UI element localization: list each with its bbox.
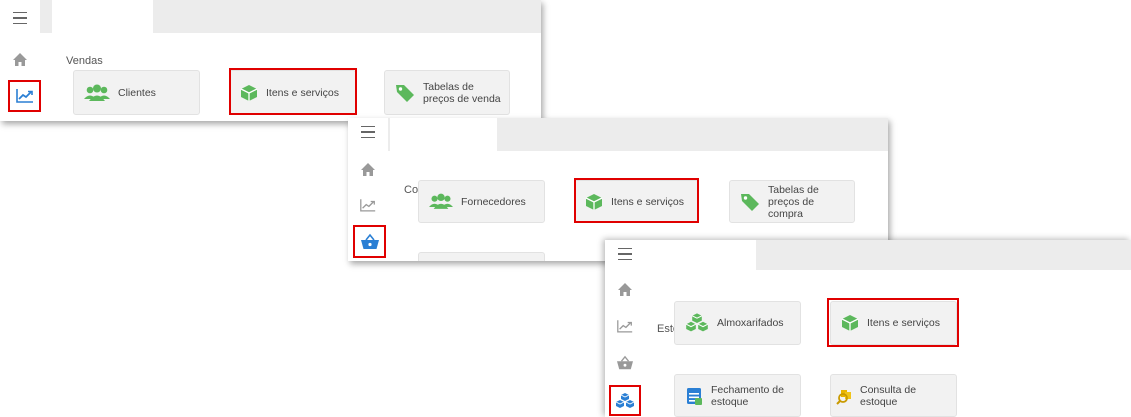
card-consulta-estoque[interactable]: Consulta de estoque: [830, 374, 957, 417]
vendas-panel: Vendas Clientes Itens e serviços Tabelas…: [0, 0, 541, 121]
boxes-icon[interactable]: [609, 385, 641, 416]
card-fechamento-estoque[interactable]: Fechamento de estoque: [674, 374, 801, 417]
card-almoxarifados[interactable]: Almoxarifados: [674, 301, 801, 345]
estoque-panel: Estoque Almoxarifados Itens e serviços: [605, 240, 1131, 417]
cube-icon: [240, 84, 258, 102]
home-icon[interactable]: [11, 50, 29, 68]
price-tag-icon: [740, 192, 760, 212]
card-label: Almoxarifados: [717, 317, 784, 329]
card-label: Tabelas de preços de compra: [768, 183, 819, 220]
card-label: Consulta de estoque: [860, 383, 917, 408]
menu-icon[interactable]: [615, 246, 635, 262]
sales-chart-icon[interactable]: [8, 80, 41, 112]
calendar-icon: [685, 386, 703, 406]
cube-icon: [585, 193, 603, 211]
cube-icon: [841, 314, 859, 332]
sales-chart-icon[interactable]: [358, 196, 378, 214]
card-label: Itens e serviços: [611, 195, 684, 208]
sales-chart-icon[interactable]: [615, 317, 635, 335]
card-label: Tabelas de preços de venda: [423, 80, 501, 105]
card-label: Clientes: [118, 86, 156, 99]
card-fornecedores[interactable]: Fornecedores: [418, 180, 545, 223]
sidebar: [0, 0, 40, 121]
card-tabelas-compra[interactable]: Tabelas de preços de compra: [729, 180, 855, 223]
home-icon[interactable]: [616, 280, 634, 298]
card-label: Itens e serviços: [266, 86, 339, 99]
boxes-icon: [685, 312, 709, 334]
sidebar: [348, 118, 388, 261]
basket-icon[interactable]: [353, 225, 386, 258]
price-tag-icon: [395, 83, 415, 103]
card-itens-servicos[interactable]: Itens e serviços: [830, 301, 957, 345]
people-icon: [84, 84, 110, 102]
card-itens-servicos[interactable]: Itens e serviços: [229, 70, 356, 115]
card-label: Fechamento de estoque: [711, 383, 784, 408]
basket-icon[interactable]: [615, 354, 635, 372]
people-icon: [429, 193, 453, 210]
home-icon[interactable]: [359, 160, 377, 178]
card-itens-servicos[interactable]: Itens e serviços: [574, 180, 699, 223]
card-label: Fornecedores: [461, 195, 526, 208]
menu-icon[interactable]: [10, 10, 30, 26]
card-tabelas-venda[interactable]: Tabelas de preços de venda: [384, 70, 510, 115]
sidebar: [605, 240, 643, 417]
search-boxes-icon: [835, 387, 857, 405]
card-partial[interactable]: [418, 252, 545, 261]
card-label: Itens e serviços: [867, 317, 940, 329]
card-clientes[interactable]: Clientes: [73, 70, 200, 115]
menu-icon[interactable]: [358, 124, 378, 140]
